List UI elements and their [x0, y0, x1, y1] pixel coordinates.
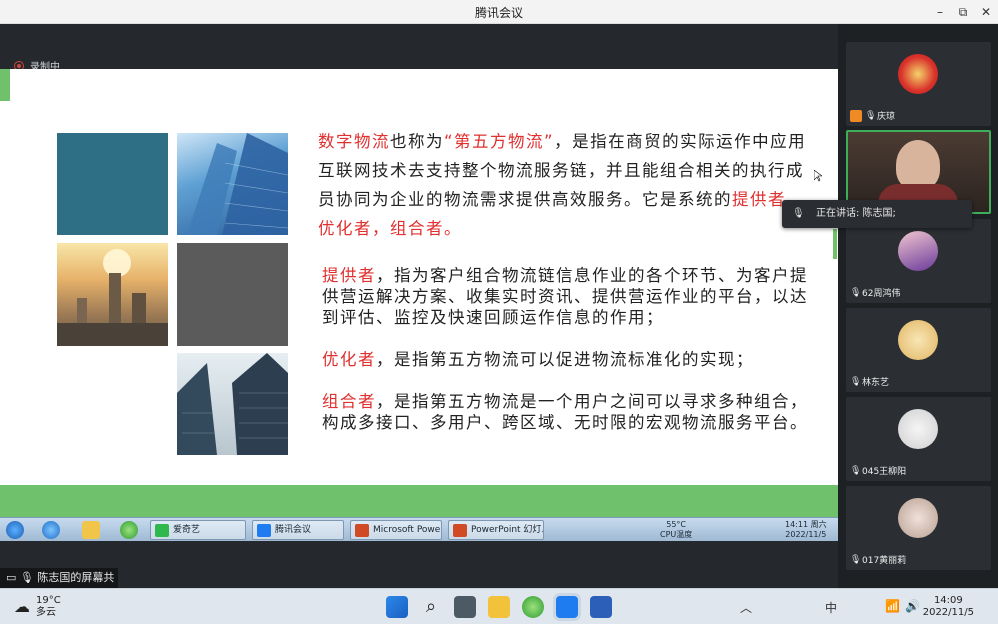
- slide-paragraph-optimizer: 优化者，是指第五方物流可以促进物流标准化的实现；: [322, 349, 812, 370]
- slide-footer-bar: [0, 485, 838, 517]
- cpu-temp: 55°C CPU温度: [660, 520, 693, 539]
- p4-text: ，是指第五方物流是一个用户之间可以寻求多种组合，构成多接口、多用户、跨区域、无时…: [322, 392, 808, 432]
- participant-tile[interactable]: 🎙 017黄丽莉: [846, 486, 991, 570]
- word-icon[interactable]: [590, 596, 612, 618]
- participant-tile[interactable]: 🎙 林东艺: [846, 308, 991, 392]
- mic-muted-icon: 🎙: [850, 465, 862, 476]
- ime-indicator[interactable]: 中: [825, 599, 837, 616]
- minimize-button[interactable]: –: [930, 3, 950, 21]
- taskbar-tencent-meeting[interactable]: 腾讯会议: [252, 520, 344, 540]
- building-photo-1: [177, 133, 288, 235]
- avatar: [898, 498, 938, 538]
- slide-paragraph-1: 数字物流也称为“第五方物流”，是指在商贸的实际运作中应用互联网技术去支持整个物流…: [318, 127, 808, 243]
- wifi-icon[interactable]: 📶: [885, 599, 900, 613]
- slide-paragraph-provider: 提供者，指为客户组合物流链信息作业的各个环节、为客户提供营运解决方案、收集实时资…: [322, 265, 812, 328]
- taskbar-iqiyi[interactable]: 爱奇艺: [150, 520, 246, 540]
- avatar: [898, 231, 938, 271]
- mic-muted-icon: 🎙: [850, 554, 862, 565]
- app-window: 腾讯会议 – ⧉ ✕ 录制中 数字物流也称为“第五方物流”，是指在商贸的实际运作…: [0, 0, 998, 604]
- shared-screen: 录制中 数字物流也称为“第五方物流”，是指在商贸的实际运作中应用互联网技术去支持…: [0, 24, 838, 588]
- slide-paragraph-combiner: 组合者，是指第五方物流是一个用户之间可以寻求多种组合，构成多接口、多用户、跨区域…: [322, 391, 812, 433]
- mic-muted-icon: 🎙: [850, 376, 862, 387]
- speaking-indicator: 🎙 正在讲话: 陈志国;: [782, 200, 972, 228]
- shared-clock: 14:11 周六 2022/11/5: [785, 520, 827, 539]
- avatar: [898, 54, 938, 94]
- cloud-icon: ☁: [14, 597, 30, 616]
- slide-scroll-marker: [833, 229, 837, 259]
- powerpoint-icon: [355, 524, 369, 537]
- term-combiner: 组合者: [322, 392, 376, 411]
- tray-expand-icon[interactable]: ︿: [740, 599, 752, 616]
- taskbar-slideshow[interactable]: PowerPoint 幻灯...: [448, 520, 544, 540]
- start-orb-icon[interactable]: [6, 521, 24, 539]
- term-digital-logistics: 数字物流: [318, 132, 390, 151]
- presentation-slide: 数字物流也称为“第五方物流”，是指在商贸的实际运作中应用互联网技术去支持整个物流…: [0, 69, 838, 517]
- participant-tile[interactable]: 🎙 62周鸿伟: [846, 219, 991, 303]
- window-title: 腾讯会议: [474, 6, 523, 20]
- windows-start-icon[interactable]: [386, 596, 408, 618]
- term-5pl: “第五方物流”: [444, 132, 555, 151]
- p3-text: ，是指第五方物流可以促进物流标准化的实现；: [376, 350, 754, 369]
- volume-icon[interactable]: 🔊: [905, 599, 920, 613]
- maximize-button[interactable]: ⧉: [953, 3, 973, 21]
- iqiyi-icon: [155, 524, 169, 537]
- mic-muted-icon: 🎙: [865, 110, 877, 121]
- ie-icon[interactable]: [42, 521, 60, 539]
- title-bar: 腾讯会议 – ⧉ ✕: [0, 0, 998, 24]
- term-optimizer: 优化者: [322, 350, 376, 369]
- close-button[interactable]: ✕: [976, 3, 996, 21]
- task-view-icon[interactable]: [454, 596, 476, 618]
- mic-icon: 🎙: [792, 208, 805, 219]
- avatar: [898, 409, 938, 449]
- shared-taskbar: 爱奇艺 腾讯会议 Microsoft Powe... PowerPoint 幻灯…: [0, 517, 838, 541]
- gray-tile: [177, 243, 288, 346]
- tencent-meeting-icon: [257, 524, 271, 537]
- weather-widget[interactable]: ☁ 19°C 多云: [14, 595, 61, 619]
- host-icon: [850, 109, 862, 122]
- speaker-face: [896, 140, 940, 190]
- slide-accent-bar: [0, 69, 10, 101]
- mic-muted-icon: 🎙: [850, 287, 862, 298]
- participant-tile[interactable]: 🎙 庆琼: [846, 42, 991, 126]
- taskbar-powerpoint[interactable]: Microsoft Powe...: [350, 520, 442, 540]
- screen-share-icon: ▭ 🎙: [6, 571, 38, 584]
- building-photo-2: [177, 353, 288, 455]
- p1-text-1: 也称为: [390, 132, 444, 151]
- teal-tile: [57, 133, 168, 235]
- windows-taskbar: ☁ 19°C 多云 ⌕ ︿ 中 📶 🔊 14:09 2022/11/5: [0, 588, 998, 624]
- city-sunset-photo: [57, 243, 168, 346]
- term-provider: 提供者: [322, 266, 376, 285]
- system-clock[interactable]: 14:09 2022/11/5: [923, 595, 974, 619]
- file-explorer-icon[interactable]: [488, 596, 510, 618]
- participant-tile[interactable]: 🎙 045王柳阳: [846, 397, 991, 481]
- mouse-cursor-icon: [814, 170, 822, 182]
- participants-panel: 🎙 庆琼 🎙 62周鸿伟 🎙 林东艺 🎙 045王柳阳 🎙 017黄丽莉: [838, 24, 998, 588]
- avatar: [898, 320, 938, 360]
- tencent-meeting-icon[interactable]: [556, 596, 578, 618]
- folder-icon[interactable]: [82, 521, 100, 539]
- search-icon[interactable]: ⌕: [420, 596, 442, 618]
- screen-share-label[interactable]: ▭ 🎙 陈志国的屏幕共享: [0, 568, 118, 604]
- slideshow-icon: [453, 524, 467, 537]
- browser-icon[interactable]: [522, 596, 544, 618]
- p2-text: ，指为客户组合物流链信息作业的各个环节、为客户提供营运解决方案、收集实时资讯、提…: [322, 266, 808, 327]
- app-icon[interactable]: [120, 521, 138, 539]
